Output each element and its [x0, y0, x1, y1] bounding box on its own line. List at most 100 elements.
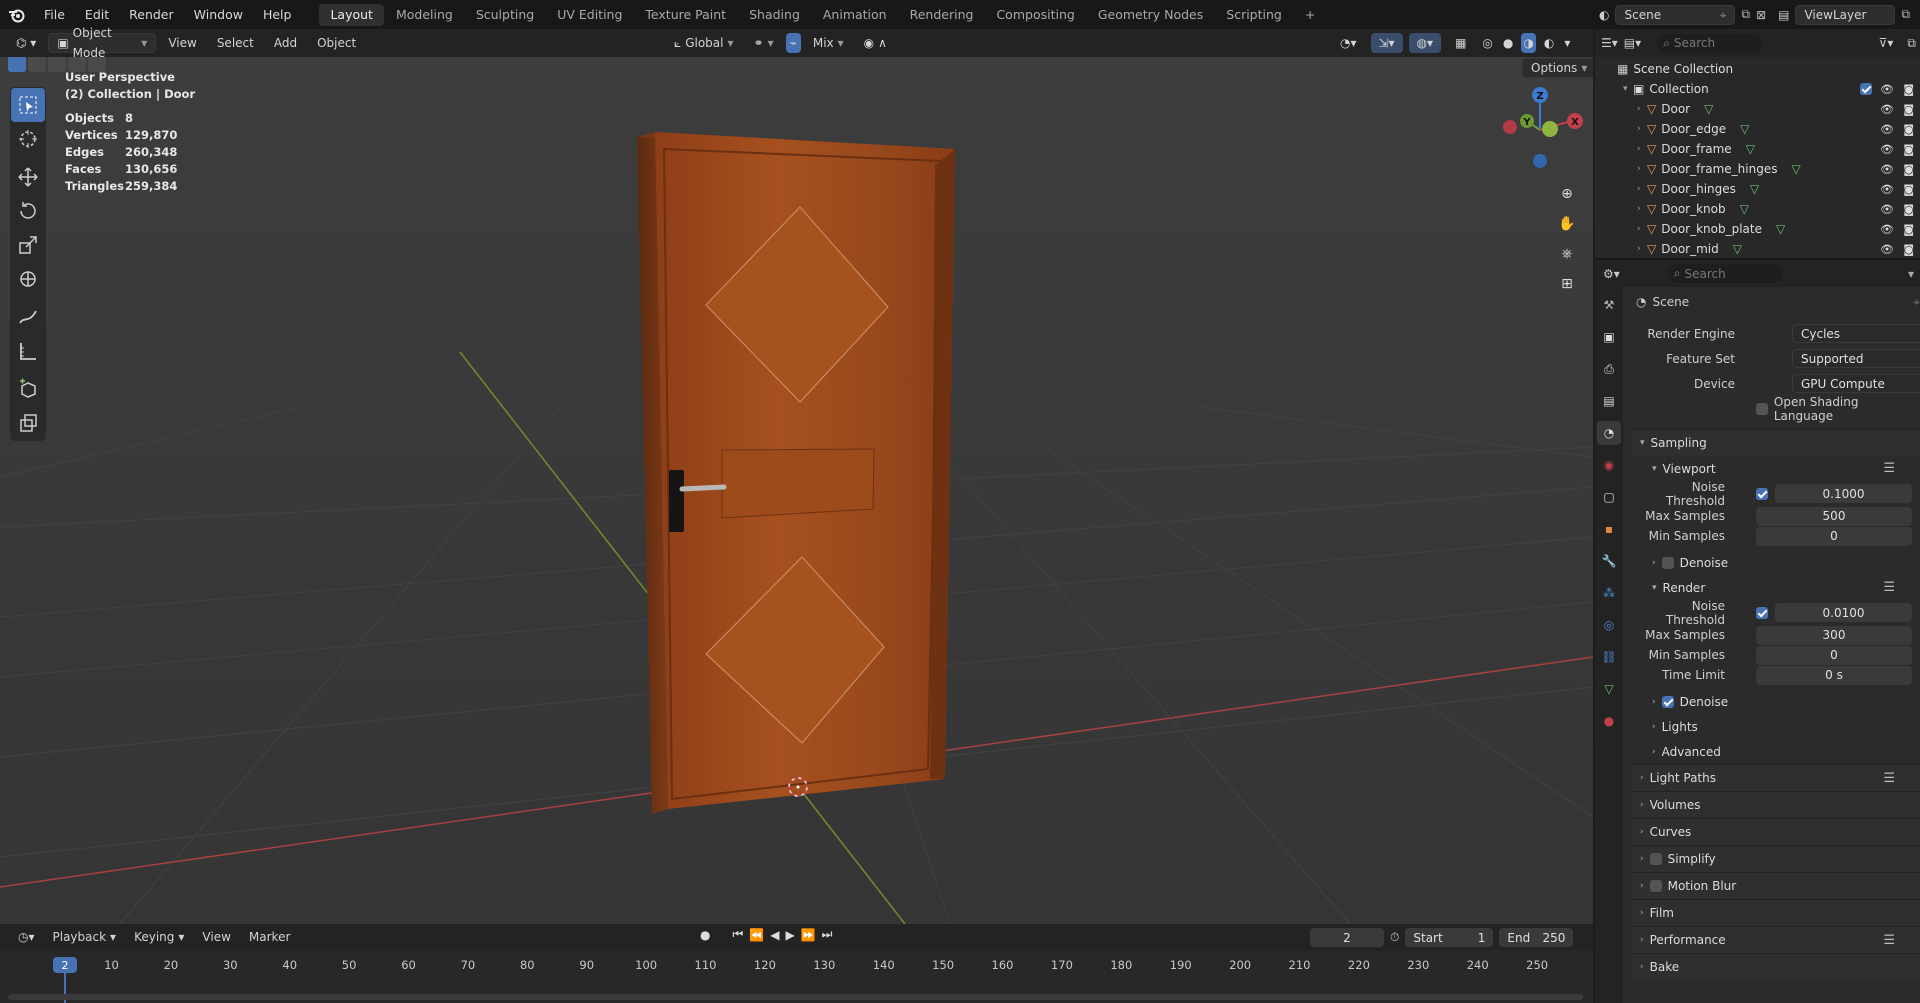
tab-uv-editing[interactable]: UV Editing — [546, 4, 633, 26]
expand-icon[interactable]: › — [1637, 184, 1647, 194]
menu-window[interactable]: Window — [184, 0, 253, 29]
camera-icon[interactable]: ◙ — [1903, 143, 1914, 156]
add-workspace-button[interactable]: + — [1294, 4, 1326, 26]
outliner-editor-icon[interactable]: ☰▾ — [1601, 36, 1618, 50]
outliner-search[interactable]: ⌕ Search — [1657, 33, 1763, 53]
new-scene-icon[interactable]: ⧉ — [1741, 7, 1750, 22]
perspective-toggle-icon[interactable]: ⊞ — [1555, 272, 1579, 296]
menu-file[interactable]: File — [34, 0, 75, 29]
outliner-object-row[interactable]: › ▽ Door_knob ▽ 👁 ◙ — [1595, 199, 1920, 219]
eye-icon[interactable]: 👁 — [1880, 243, 1894, 256]
camera-icon[interactable]: ◙ — [1903, 123, 1914, 136]
select-subtract-icon[interactable] — [48, 57, 66, 72]
outliner-object-row[interactable]: › ▽ Door_knob_plate ▽ 👁 ◙ — [1595, 219, 1920, 239]
properties-editor-icon[interactable]: ⚙▾ — [1603, 267, 1620, 281]
display-mode-icon[interactable]: ▤▾ — [1624, 36, 1641, 50]
camera-view-icon[interactable]: ⎈ — [1555, 242, 1579, 266]
overlay-toggle-icon[interactable]: ◍▾ — [1408, 33, 1442, 53]
camera-icon[interactable]: ◙ — [1903, 183, 1914, 196]
lights-subpanel-header[interactable]: › Lights — [1632, 714, 1920, 739]
outliner-object-row[interactable]: › ▽ Door_frame ▽ 👁 ◙ — [1595, 139, 1920, 159]
next-keyframe-icon[interactable]: ⏩ — [801, 928, 816, 942]
render-noise-field[interactable]: 0.0100 — [1775, 603, 1912, 622]
play-icon[interactable]: ▶ — [785, 928, 794, 942]
camera-icon[interactable]: ◙ — [1903, 243, 1914, 256]
mode-selector[interactable]: ▣ Object Mode ▾ — [48, 26, 157, 60]
menu-select[interactable]: Select — [209, 33, 262, 53]
menu-playback[interactable]: Playback ▾ — [45, 927, 125, 947]
presets-list-icon[interactable]: ☰ — [1883, 771, 1895, 786]
auto-key-icon[interactable]: ● — [700, 928, 710, 942]
menu-add[interactable]: Add — [266, 33, 305, 53]
particles-tab-icon[interactable]: ⁂ — [1597, 581, 1621, 605]
tab-layout[interactable]: Layout — [319, 3, 384, 26]
material-tab-icon[interactable]: ● — [1597, 709, 1621, 733]
viewport-max-samples-field[interactable]: 500 — [1756, 506, 1912, 526]
mesh-data-icon[interactable]: ▽ — [1776, 222, 1785, 236]
pin-icon[interactable]: ⌖ — [1913, 295, 1920, 310]
outliner-object-row[interactable]: › ▽ Door_mid ▽ 👁 ◙ — [1595, 239, 1920, 259]
pan-hand-icon[interactable]: ✋ — [1555, 212, 1579, 236]
gizmo-neg-z-icon[interactable] — [1533, 154, 1547, 168]
timeline-scrollbar[interactable] — [8, 994, 1583, 1000]
editor-type-icon[interactable]: ⌬ ▾ — [8, 33, 44, 53]
osl-checkbox[interactable] — [1756, 402, 1768, 415]
gizmo-y-icon[interactable] — [1542, 121, 1558, 137]
outliner-object-row[interactable]: › ▽ Door ▽ 👁 ◙ — [1595, 99, 1920, 119]
render-max-samples-field[interactable]: 300 — [1756, 625, 1912, 645]
select-new-icon[interactable] — [8, 57, 26, 72]
feature-set-dropdown[interactable]: Supported — [1792, 349, 1920, 368]
menu-timeline-view[interactable]: View — [194, 927, 238, 947]
end-frame-field[interactable]: End 250 — [1499, 928, 1574, 947]
denoise-render-header[interactable]: › Denoise — [1632, 689, 1920, 714]
expand-icon[interactable]: › — [1637, 204, 1647, 214]
shading-solid-icon[interactable]: ● — [1501, 33, 1515, 53]
device-dropdown[interactable]: GPU Compute — [1792, 374, 1920, 393]
gizmo-toggle-icon[interactable]: ⇲▾ — [1370, 33, 1403, 53]
scene-selector[interactable]: Scene ⌖ — [1615, 4, 1736, 25]
playhead-indicator[interactable]: 2 — [53, 957, 77, 973]
proportional-edit[interactable]: ◉ ∧ — [856, 33, 895, 53]
new-collection-icon[interactable]: ⧉ — [1907, 36, 1916, 51]
panel-enable-checkbox[interactable] — [1649, 880, 1662, 892]
scene-tab-icon[interactable]: ◔ — [1597, 421, 1621, 445]
outliner-object-row[interactable]: › ▽ Door_hinges ▽ 👁 ◙ — [1595, 179, 1920, 199]
viewport-min-samples-field[interactable]: 0 — [1756, 526, 1912, 546]
3d-viewport[interactable]: User Perspective (2) Collection | Door O… — [0, 57, 1593, 924]
navigation-gizmo[interactable]: Z X Y — [1495, 85, 1585, 175]
shading-rendered-icon[interactable]: ◐ — [1542, 33, 1556, 53]
jump-start-icon[interactable]: ⏮ — [732, 927, 743, 942]
collection-tab-icon[interactable]: ▢ — [1597, 485, 1621, 509]
data-tab-icon[interactable]: ▽ — [1597, 677, 1621, 701]
view-layer-tab-icon[interactable]: ▤ — [1597, 389, 1621, 413]
shading-material-icon[interactable]: ◑ — [1521, 33, 1536, 53]
eye-icon[interactable]: 👁 — [1880, 103, 1894, 116]
panel-header-curves[interactable]: › Curves — [1632, 818, 1920, 845]
presets-list-icon[interactable]: ☰ — [1883, 933, 1895, 948]
eye-icon[interactable]: 👁 — [1880, 223, 1894, 236]
add-cube-tool[interactable] — [11, 372, 45, 406]
menu-keying[interactable]: Keying ▾ — [126, 927, 192, 947]
tab-sculpting[interactable]: Sculpting — [465, 4, 545, 26]
select-box-tool[interactable] — [11, 88, 45, 122]
stopwatch-icon[interactable]: ⏱ — [1390, 930, 1399, 945]
denoise-viewport-header[interactable]: › Denoise — [1632, 550, 1920, 575]
render-subpanel-header[interactable]: ▾ Render ☰ — [1632, 575, 1920, 600]
camera-icon[interactable]: ◙ — [1903, 203, 1914, 216]
annotate-tool[interactable] — [11, 300, 45, 334]
menu-view[interactable]: View — [160, 33, 204, 53]
shading-wireframe-icon[interactable]: ◎ — [1480, 33, 1494, 53]
expand-icon[interactable]: ▾ — [1623, 84, 1633, 94]
render-tab-icon[interactable]: ▣ — [1597, 325, 1621, 349]
cursor-tool[interactable] — [11, 122, 45, 156]
expand-icon[interactable]: › — [1637, 164, 1647, 174]
zoom-icon[interactable]: ⊕ — [1555, 182, 1579, 206]
eye-icon[interactable]: 👁 — [1880, 83, 1894, 96]
mesh-data-icon[interactable]: ▽ — [1750, 182, 1759, 196]
visibility-icon[interactable]: ◔▾ — [1332, 33, 1365, 53]
mesh-data-icon[interactable]: ▽ — [1740, 122, 1749, 136]
expand-icon[interactable]: › — [1637, 224, 1647, 234]
door-object[interactable] — [637, 132, 955, 814]
frame-ruler[interactable]: 10 20 30 40 50 60 70 80 90 100 110 120 130 140 150 160 1… — [0, 951, 1593, 1003]
properties-search[interactable]: ⌕ Search — [1667, 264, 1783, 283]
